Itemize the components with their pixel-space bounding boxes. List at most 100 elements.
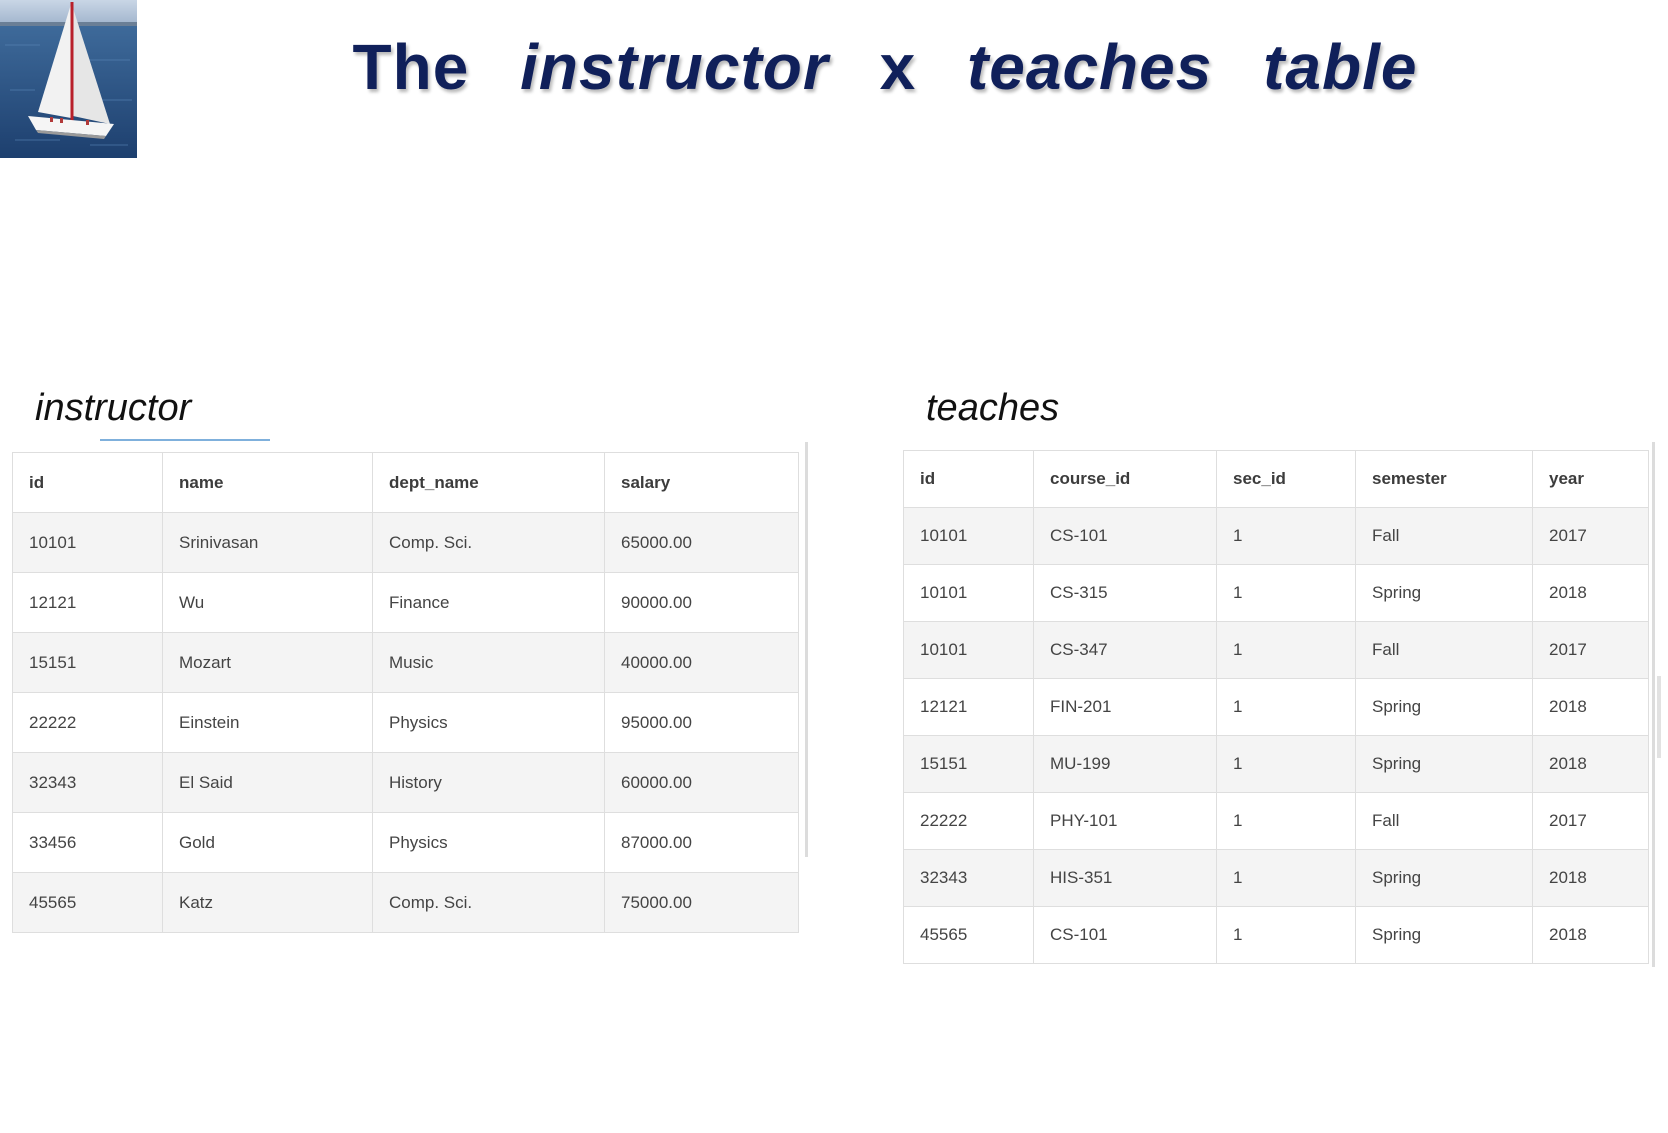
table-cell: 1	[1216, 792, 1356, 850]
table-cell: 87000.00	[604, 812, 799, 873]
column-header: id	[903, 450, 1034, 508]
title-word-x: x	[879, 31, 917, 103]
title-word-the: The	[352, 31, 470, 103]
table-cell: Spring	[1355, 564, 1533, 622]
table-cell: 12121	[12, 572, 163, 633]
table-cell: 22222	[12, 692, 163, 753]
table-cell: PHY-101	[1033, 792, 1217, 850]
table-row: 32343 HIS-351 1 Spring 2018	[903, 849, 1649, 907]
table-cell: 75000.00	[604, 872, 799, 933]
column-header: semester	[1355, 450, 1533, 508]
table-cell: Fall	[1355, 621, 1533, 679]
table-cell: 32343	[903, 849, 1034, 907]
table-cell: Spring	[1355, 678, 1533, 736]
table-cell: 2018	[1532, 906, 1649, 964]
table-cell: Srinivasan	[162, 512, 373, 573]
table-cell: 1	[1216, 621, 1356, 679]
table-cell: 1	[1216, 906, 1356, 964]
table-cell: Finance	[372, 572, 605, 633]
table-cell: 10101	[903, 621, 1034, 679]
table-cell: 65000.00	[604, 512, 799, 573]
table-cell: Spring	[1355, 906, 1533, 964]
table-row: 33456 Gold Physics 87000.00	[12, 812, 799, 873]
table-cell: CS-347	[1033, 621, 1217, 679]
table-cell: Wu	[162, 572, 373, 633]
table-cell: Physics	[372, 692, 605, 753]
table-cell: History	[372, 752, 605, 813]
table-row: 12121 FIN-201 1 Spring 2018	[903, 678, 1649, 736]
column-header: course_id	[1033, 450, 1217, 508]
table-row: 10101 CS-101 1 Fall 2017	[903, 507, 1649, 565]
table-cell: HIS-351	[1033, 849, 1217, 907]
table-row: 15151 MU-199 1 Spring 2018	[903, 735, 1649, 793]
table-cell: CS-101	[1033, 906, 1217, 964]
table-cell: El Said	[162, 752, 373, 813]
table-cell: 1	[1216, 849, 1356, 907]
title-word-teaches: teaches	[966, 31, 1213, 103]
table-cell: CS-101	[1033, 507, 1217, 565]
table-row: 10101 Srinivasan Comp. Sci. 65000.00	[12, 512, 799, 573]
table-cell: 2018	[1532, 678, 1649, 736]
scrollbar-edge	[1652, 442, 1655, 967]
table-cell: Mozart	[162, 632, 373, 693]
table-header-row: id course_id sec_id semester year	[903, 450, 1649, 508]
table-cell: Einstein	[162, 692, 373, 753]
table-cell: 40000.00	[604, 632, 799, 693]
scrollbar-edge	[805, 442, 808, 857]
caption-underline	[100, 439, 270, 441]
table-cell: 2017	[1532, 792, 1649, 850]
table-cell: 15151	[12, 632, 163, 693]
sailboat-logo-image	[0, 0, 137, 158]
title-word-instructor: instructor	[520, 31, 829, 103]
table-cell: 2018	[1532, 564, 1649, 622]
table-cell: Physics	[372, 812, 605, 873]
table-row: 10101 CS-315 1 Spring 2018	[903, 564, 1649, 622]
instructor-caption: instructor	[35, 387, 192, 429]
table-cell: Comp. Sci.	[372, 512, 605, 573]
table-cell: 2018	[1532, 849, 1649, 907]
table-cell: MU-199	[1033, 735, 1217, 793]
table-row: 22222 Einstein Physics 95000.00	[12, 692, 799, 753]
table-cell: Gold	[162, 812, 373, 873]
table-cell: 45565	[903, 906, 1034, 964]
table-cell: Comp. Sci.	[372, 872, 605, 933]
table-row: 12121 Wu Finance 90000.00	[12, 572, 799, 633]
table-row: 15151 Mozart Music 40000.00	[12, 632, 799, 693]
table-cell: 32343	[12, 752, 163, 813]
table-cell: 1	[1216, 507, 1356, 565]
title-word-table: table	[1263, 31, 1418, 103]
table-cell: Spring	[1355, 735, 1533, 793]
column-header: dept_name	[372, 452, 605, 513]
table-cell: 22222	[903, 792, 1034, 850]
teaches-table: id course_id sec_id semester year 10101 …	[903, 450, 1649, 964]
table-cell: Katz	[162, 872, 373, 933]
table-cell: 1	[1216, 678, 1356, 736]
table-cell: 1	[1216, 564, 1356, 622]
table-cell: Music	[372, 632, 605, 693]
table-cell: 10101	[12, 512, 163, 573]
table-cell: 2018	[1532, 735, 1649, 793]
column-header: sec_id	[1216, 450, 1356, 508]
table-row: 45565 CS-101 1 Spring 2018	[903, 906, 1649, 964]
table-cell: 15151	[903, 735, 1034, 793]
table-cell: 90000.00	[604, 572, 799, 633]
column-header: salary	[604, 452, 799, 513]
table-cell: 10101	[903, 564, 1034, 622]
table-cell: 95000.00	[604, 692, 799, 753]
table-cell: FIN-201	[1033, 678, 1217, 736]
table-cell: 1	[1216, 735, 1356, 793]
table-row: 45565 Katz Comp. Sci. 75000.00	[12, 872, 799, 933]
scrollbar-thumb[interactable]	[1657, 676, 1661, 758]
table-row: 10101 CS-347 1 Fall 2017	[903, 621, 1649, 679]
table-cell: 60000.00	[604, 752, 799, 813]
table-header-row: id name dept_name salary	[12, 452, 799, 513]
table-cell: 2017	[1532, 621, 1649, 679]
table-row: 32343 El Said History 60000.00	[12, 752, 799, 813]
page-title: The instructor x teaches table	[220, 30, 1550, 104]
column-header: id	[12, 452, 163, 513]
table-cell: 33456	[12, 812, 163, 873]
teaches-caption: teaches	[926, 387, 1060, 429]
table-cell: Fall	[1355, 792, 1533, 850]
column-header: name	[162, 452, 373, 513]
table-cell: 12121	[903, 678, 1034, 736]
